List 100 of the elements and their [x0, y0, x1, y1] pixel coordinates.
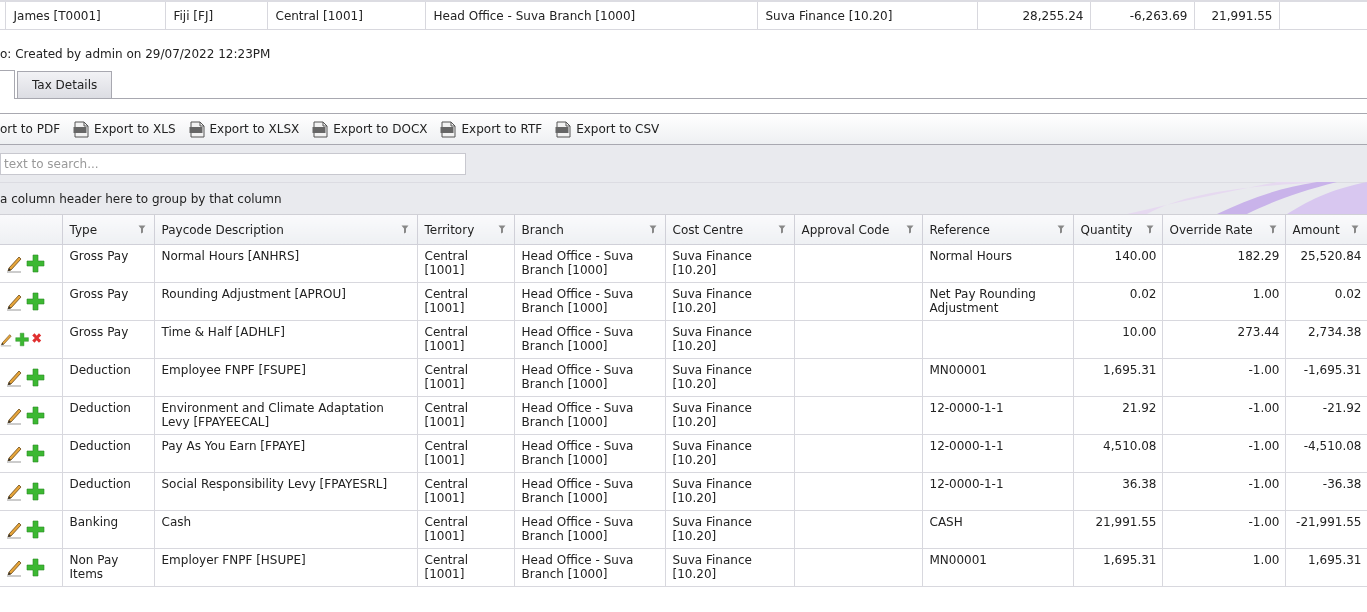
- table-cell: 21.92: [1122, 401, 1157, 415]
- table-cell: 0.02: [1129, 287, 1157, 301]
- table-cell: 36.38: [1122, 477, 1157, 491]
- table-cell: -1.00: [1248, 439, 1280, 453]
- table-cell: Employee FNPF [FSUPE]: [161, 363, 306, 377]
- table-cell: Deduction: [69, 401, 131, 415]
- table-cell: 21,991.55: [1095, 515, 1157, 529]
- table-cell: Normal Hours [ANHRS]: [161, 249, 300, 263]
- table-cell: Central [1001]: [424, 249, 469, 277]
- table-cell: 12-0000-1-1: [929, 401, 1004, 415]
- table-cell: Head Office - Suva Branch [1000]: [521, 553, 634, 581]
- filter-icon: [905, 225, 914, 234]
- table-cell: -1.00: [1248, 477, 1280, 491]
- table-cell: Central [1001]: [424, 325, 469, 353]
- table-cell: Suva Finance [10.20]: [672, 553, 752, 581]
- plus-icon[interactable]: [25, 482, 45, 501]
- export-button[interactable]: Export to RTF: [436, 118, 543, 140]
- table-cell: 12-0000-1-1: [929, 477, 1004, 491]
- tab[interactable]: [0, 70, 15, 99]
- table-cell: Head Office - Suva Branch [1000]: [521, 515, 634, 543]
- info-text: o: Created by admin on 29/07/2022 12:23PM: [0, 46, 272, 63]
- filter-icon: [497, 225, 506, 234]
- filter-icon: [777, 225, 786, 234]
- filter-icon: [1056, 225, 1065, 234]
- table-cell: -21.92: [1322, 401, 1362, 415]
- table-cell: Suva Finance [10.20]: [757, 1, 977, 30]
- table-cell: James [T0001]: [5, 1, 165, 30]
- table-cell: Suva Finance [10.20]: [672, 477, 752, 505]
- plus-icon[interactable]: [25, 254, 45, 273]
- table-cell: Head Office - Suva Branch [1000]: [521, 325, 634, 353]
- plus-icon[interactable]: [25, 368, 45, 387]
- table-cell: Deduction: [69, 477, 131, 491]
- table-cell: Central [1001]: [424, 439, 469, 467]
- search-field[interactable]: text to search...: [0, 152, 466, 175]
- table-cell: -6,263.69: [1090, 1, 1194, 30]
- table-cell: -1.00: [1248, 401, 1280, 415]
- export-button[interactable]: Export to CSV: [551, 118, 660, 140]
- table-cell: Suva Finance [10.20]: [672, 287, 752, 315]
- table-cell: Central [1001]: [424, 401, 469, 429]
- table-cell: Suva Finance [10.20]: [672, 363, 752, 391]
- table-cell: Deduction: [69, 439, 131, 453]
- export-button[interactable]: Export to XLSX: [184, 118, 300, 140]
- filter-icon: [1268, 225, 1277, 234]
- table-cell: Suva Finance [10.20]: [672, 325, 752, 353]
- table-cell: Central [1001]: [424, 363, 469, 391]
- filter-icon: [1350, 225, 1359, 234]
- table-cell: Non Pay Items: [69, 553, 119, 581]
- table-cell: -36.38: [1322, 477, 1362, 491]
- table-cell: Head Office - Suva Branch [1000]: [521, 401, 634, 429]
- plus-icon[interactable]: [25, 444, 45, 463]
- export-button[interactable]: Export to XLS: [69, 118, 176, 140]
- plus-icon[interactable]: [15, 330, 30, 349]
- table-cell: Fiji [FJ]: [165, 1, 267, 30]
- column-header[interactable]: Type: [69, 222, 98, 237]
- table-cell: 21,991.55: [1194, 1, 1279, 30]
- table-cell: Head Office - Suva Branch [1000]: [521, 363, 634, 391]
- table-cell: Deduction: [69, 363, 131, 377]
- table-cell: 12-0000-1-1: [929, 439, 1004, 453]
- filter-icon: [648, 225, 657, 234]
- group-hint: a column header here to group by that column: [0, 191, 282, 206]
- plus-icon[interactable]: [25, 292, 45, 311]
- table-cell: Central [1001]: [267, 1, 425, 30]
- table-cell: Head Office - Suva Branch [1000]: [521, 439, 634, 467]
- table-cell: Gross Pay: [69, 249, 129, 263]
- table-cell: -4,510.08: [1303, 439, 1362, 453]
- tab[interactable]: Tax Details: [17, 71, 113, 98]
- table-cell: 1,695.31: [1103, 553, 1157, 567]
- table-cell: CASH: [929, 515, 963, 529]
- export-button[interactable]: Export to DOCX: [308, 118, 428, 140]
- column-header[interactable]: Branch: [521, 222, 564, 237]
- table-cell: 4,510.08: [1103, 439, 1157, 453]
- table-cell: 0.02: [1334, 287, 1362, 301]
- table-cell: Suva Finance [10.20]: [672, 515, 752, 543]
- plus-icon[interactable]: [25, 406, 45, 425]
- table-cell: 182.29: [1237, 249, 1280, 263]
- table-cell: 10.00: [1122, 325, 1157, 339]
- export-button[interactable]: ort to PDF: [0, 118, 61, 140]
- table-cell: Cash: [161, 515, 192, 529]
- plus-icon[interactable]: [25, 558, 45, 577]
- table-cell: Suva Finance [10.20]: [672, 401, 752, 429]
- table-cell: -21,991.55: [1296, 515, 1362, 529]
- filter-icon: [1145, 225, 1154, 234]
- table-cell: Pay As You Earn [FPAYE]: [161, 439, 306, 453]
- table-cell: -1,695.31: [1303, 363, 1362, 377]
- table-cell: Gross Pay: [69, 287, 129, 301]
- table-cell: Net Pay Rounding Adjustment: [929, 287, 1036, 315]
- filter-icon: [137, 225, 146, 234]
- table-cell: Head Office - Suva Branch [1000]: [425, 1, 757, 30]
- table-cell: Time & Half [ADHLF]: [161, 325, 286, 339]
- table-cell: Banking: [69, 515, 119, 529]
- table-cell: -1.00: [1248, 515, 1280, 529]
- table-cell: Suva Finance [10.20]: [672, 439, 752, 467]
- table-cell: Environment and Climate Adaptation Levy [FPAYEECAL]: [161, 401, 384, 429]
- plus-icon[interactable]: [25, 520, 45, 539]
- table-cell: Central [1001]: [424, 287, 469, 315]
- table-cell: Central [1001]: [424, 515, 469, 543]
- table-cell: MN00001: [929, 553, 987, 567]
- table-cell: 1.00: [1252, 553, 1280, 567]
- table-cell: 273.44: [1237, 325, 1280, 339]
- table-cell: Employer FNPF [HSUPE]: [161, 553, 306, 567]
